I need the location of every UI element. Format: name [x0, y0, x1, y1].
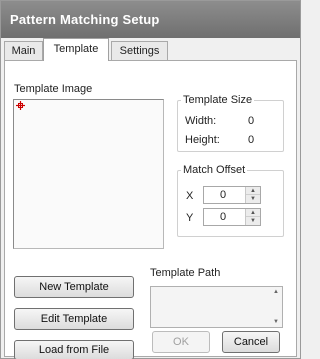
- tab-main-label: Main: [11, 45, 36, 57]
- edit-template-button[interactable]: Edit Template: [14, 308, 134, 330]
- tab-template-label: Template: [53, 43, 99, 55]
- template-path-label: Template Path: [150, 267, 221, 279]
- offset-x-label: X: [186, 190, 194, 202]
- template-height-label: Height:: [185, 134, 220, 146]
- load-from-file-button[interactable]: Load from File: [14, 340, 134, 359]
- tab-bar: Main Template Settings: [1, 38, 300, 61]
- template-path-scrollbar[interactable]: ▲ ▼: [272, 287, 282, 327]
- crosshair-icon: [16, 101, 25, 110]
- tab-settings[interactable]: Settings: [111, 41, 168, 60]
- template-path-field[interactable]: ▲ ▼: [150, 286, 283, 328]
- ok-button[interactable]: OK: [152, 331, 210, 353]
- spin-up-arrow-icon[interactable]: ▲: [246, 209, 260, 217]
- offset-y-stepper[interactable]: 0 ▲ ▼: [203, 208, 261, 226]
- template-width-label: Width:: [185, 115, 217, 127]
- offset-x-stepper[interactable]: 0 ▲ ▼: [203, 186, 261, 204]
- pattern-matching-setup-window: Pattern Matching Setup Main Template Set…: [0, 0, 301, 359]
- template-width-value: 0: [248, 115, 255, 127]
- scroll-down-arrow-icon[interactable]: ▼: [273, 319, 279, 325]
- scroll-up-arrow-icon[interactable]: ▲: [273, 289, 279, 295]
- template-image-canvas[interactable]: [13, 99, 164, 249]
- tab-main[interactable]: Main: [4, 41, 43, 60]
- spin-up-arrow-icon[interactable]: ▲: [246, 187, 260, 195]
- spin-down-arrow-icon[interactable]: ▼: [246, 195, 260, 203]
- new-template-button[interactable]: New Template: [14, 276, 134, 298]
- template-height-value: 0: [248, 134, 255, 146]
- match-offset-title: Match Offset: [181, 164, 248, 176]
- window-title: Pattern Matching Setup: [1, 1, 300, 38]
- tab-template[interactable]: Template: [43, 38, 109, 61]
- offset-y-stepper-buttons: ▲ ▼: [245, 209, 260, 225]
- tab-settings-label: Settings: [119, 45, 160, 57]
- offset-y-label: Y: [186, 212, 194, 224]
- offset-x-stepper-buttons: ▲ ▼: [245, 187, 260, 203]
- spin-down-arrow-icon[interactable]: ▼: [246, 217, 260, 225]
- offset-y-value: 0: [220, 211, 227, 223]
- template-image-label: Template Image: [14, 83, 93, 95]
- template-size-title: Template Size: [181, 94, 255, 106]
- offset-x-value: 0: [220, 189, 227, 201]
- cancel-button[interactable]: Cancel: [222, 331, 280, 353]
